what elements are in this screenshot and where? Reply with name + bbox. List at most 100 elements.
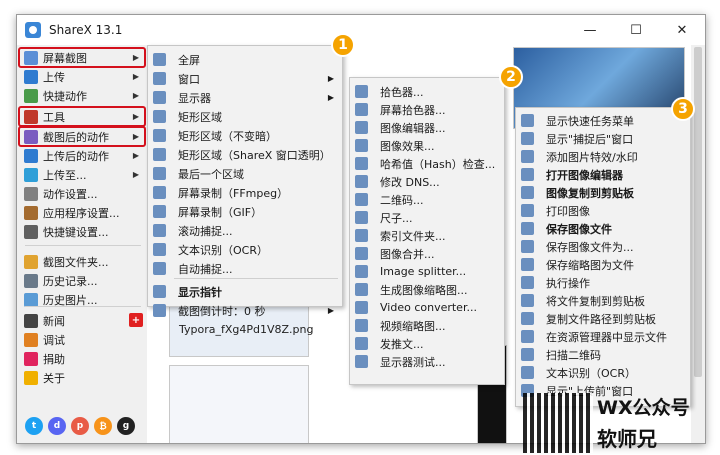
maximize-button[interactable]: ☐ [613, 15, 659, 45]
sidebar-item[interactable]: 上传后的动作 ▶ [19, 146, 145, 165]
sidebar-item[interactable]: 调试 [19, 330, 145, 349]
sidebar-item[interactable]: 应用程序设置... [19, 203, 145, 222]
tools-menu-item[interactable]: 屏幕拾色器... [350, 100, 504, 119]
step-badge-2: 2 [499, 65, 523, 89]
after-capture-menu-item-label: 文本识别（OCR） [546, 366, 636, 380]
capture-menu-item[interactable]: 屏幕录制（GIF） [148, 202, 342, 221]
capture-menu-item[interactable]: 矩形区域（不变暗） [148, 126, 342, 145]
capture-menu-item[interactable]: 矩形区域（ShareX 窗口透明） [148, 145, 342, 164]
debug-icon [24, 332, 38, 347]
after-capture-menu-item[interactable]: 保存缩略图为文件 [516, 255, 690, 274]
sidebar-item[interactable]: 快捷动作 ▶ [19, 86, 145, 105]
tools-menu-item[interactable]: 哈希值（Hash）检查... [350, 154, 504, 173]
news-badge: + [129, 313, 143, 327]
tools-menu-item[interactable]: 图像编辑器... [350, 118, 504, 137]
tools-menu-item[interactable]: 发推文... [350, 334, 504, 353]
tools-menu-item[interactable]: Image splitter... [350, 262, 504, 281]
video-thumb-icon [355, 319, 368, 332]
capture-menu-item[interactable]: 文本识别（OCR） [148, 240, 342, 259]
after-capture-icon [24, 129, 38, 144]
capture-menu-item[interactable]: 全屏 [148, 50, 342, 69]
after-capture-menu-item[interactable]: 执行操作 [516, 273, 690, 292]
tools-menu-item[interactable]: 索引文件夹... [350, 226, 504, 245]
tools-menu-item-label: 生成图像缩略图... [380, 283, 468, 297]
after-capture-menu-item[interactable]: 保存图像文件为... [516, 237, 690, 256]
after-capture-menu-item[interactable]: 保存图像文件 [516, 219, 690, 238]
after-capture-menu-item[interactable]: 显示"捕捉后"窗口 [516, 129, 690, 148]
sidebar-item[interactable]: 上传至... ▶ [19, 165, 145, 184]
tools-menu-item[interactable]: 尺子... [350, 208, 504, 227]
capture-menu-item[interactable]: 自动捕捉... [148, 259, 342, 278]
watermark-line2: 软师兄 [597, 427, 657, 451]
sidebar-item[interactable]: 关于 [19, 368, 145, 387]
after-capture-menu-item-label: 显示快速任务菜单 [546, 114, 634, 128]
tools-menu-item[interactable]: Video converter... [350, 298, 504, 317]
discord-icon[interactable]: d [48, 417, 66, 435]
open-editor-icon [521, 168, 534, 181]
copy-path-icon [521, 312, 534, 325]
watermark-icon [521, 150, 534, 163]
sidebar-item[interactable]: 历史记录... [19, 271, 145, 290]
sidebar-item[interactable]: 新闻 [19, 311, 145, 330]
capture-menu-item[interactable]: 显示器 ▶ [148, 88, 342, 107]
tools-menu-item[interactable]: 生成图像缩略图... [350, 280, 504, 299]
capture-menu-item[interactable]: 最后一个区域 [148, 164, 342, 183]
capture-menu-item[interactable]: 窗口 ▶ [148, 69, 342, 88]
close-button[interactable]: ✕ [659, 15, 705, 45]
after-capture-menu-item[interactable]: 复制文件路径到剪贴板 [516, 309, 690, 328]
tools-menu-item[interactable]: 图像效果... [350, 136, 504, 155]
sidebar-item[interactable]: 动作设置... [19, 184, 145, 203]
sidebar-item-label: 快捷键设置... [43, 225, 109, 239]
tools-menu-item[interactable]: 修改 DNS... [350, 172, 504, 191]
patreon-icon[interactable]: p [71, 417, 89, 435]
sidebar-item[interactable]: 工具 ▶ [18, 106, 146, 127]
twitter-icon [355, 337, 368, 350]
sidebar-item-label: 历史记录... [43, 274, 98, 288]
tools-menu-item-label: Video converter... [380, 301, 477, 314]
window-title: ShareX 13.1 [49, 23, 123, 37]
bitcoin-icon[interactable]: ₿ [94, 417, 112, 435]
after-capture-menu-item[interactable]: 显示快速任务菜单 [516, 111, 690, 130]
after-capture-menu-item[interactable]: 文本识别（OCR） [516, 363, 690, 382]
after-capture-menu-item[interactable]: 扫描二维码 [516, 345, 690, 364]
sidebar-item[interactable]: 捐助 [19, 349, 145, 368]
destination-icon [24, 167, 38, 182]
chevron-right-icon: ▶ [132, 151, 139, 160]
sidebar-item-label: 截图后的动作 [43, 130, 109, 144]
twitter-icon[interactable]: t [25, 417, 43, 435]
tools-menu-item[interactable]: 视频缩略图... [350, 316, 504, 335]
news-icon [24, 313, 38, 328]
tools-menu-item[interactable]: 二维码... [350, 190, 504, 209]
tools-menu-item[interactable]: 显示器测试... [350, 352, 504, 371]
after-capture-menu-item[interactable]: 打开图像编辑器 [516, 165, 690, 184]
chevron-right-icon: ▶ [327, 74, 334, 83]
capture-menu-item[interactable]: 显示指针 [148, 282, 342, 301]
tools-menu-item[interactable]: 拾色器... [350, 82, 504, 101]
minimize-button[interactable]: — [567, 15, 613, 45]
monitor-test-icon [355, 355, 368, 368]
menu-separator [25, 306, 141, 307]
sidebar-item[interactable]: 屏幕截图 ▶ [18, 47, 146, 68]
capture-menu-item[interactable]: 屏幕录制（FFmpeg） [148, 183, 342, 202]
capture-menu-item[interactable]: 滚动捕捉... [148, 221, 342, 240]
sidebar-item[interactable]: 截图文件夹... [19, 252, 145, 271]
sidebar-item[interactable]: 上传 ▶ [19, 67, 145, 86]
tools-menu-item[interactable]: 图像合并... [350, 244, 504, 263]
capture-menu-item[interactable]: 矩形区域 [148, 107, 342, 126]
watermark-line1: WX公众号 [597, 397, 690, 419]
tools-submenu: 拾色器... 屏幕拾色器... 图像编辑器... 图像效果... 哈希值（Hash）检查… [349, 77, 505, 385]
run-icon [521, 276, 534, 289]
after-capture-menu-item[interactable]: 将文件复制到剪贴板 [516, 291, 690, 310]
github-icon[interactable]: g [117, 417, 135, 435]
workflow-icon [24, 88, 38, 103]
image-editor-icon [355, 121, 368, 134]
after-capture-menu-item[interactable]: 在资源管理器中显示文件 [516, 327, 690, 346]
after-capture-menu-item[interactable]: 图像复制到剪贴板 [516, 183, 690, 202]
sidebar-item[interactable]: 快捷键设置... [19, 222, 145, 241]
sidebar-item[interactable]: 截图后的动作 ▶ [18, 126, 146, 147]
after-capture-menu-item[interactable]: 打印图像 [516, 201, 690, 220]
thumbnail-image[interactable] [169, 365, 309, 443]
after-capture-menu-item[interactable]: 添加图片特效/水印 [516, 147, 690, 166]
capture-menu-item[interactable]: 截图倒计时：0 秒 ▶ [148, 301, 342, 320]
video-record-icon [153, 186, 166, 199]
